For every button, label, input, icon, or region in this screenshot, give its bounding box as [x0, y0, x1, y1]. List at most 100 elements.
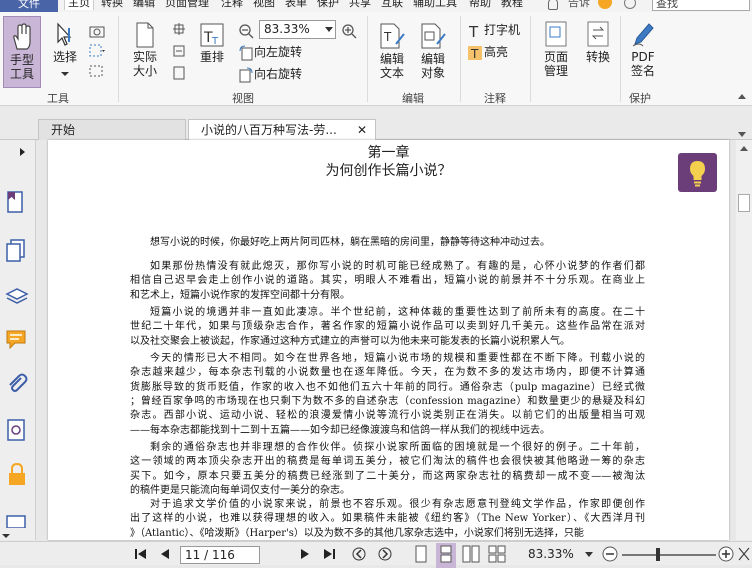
zoom-slider[interactable] — [622, 554, 716, 556]
menu-bar: 文件 主页 转换 编辑 页面管理 注释 视图 表单 保护 共享 互联 辅助工具 … — [0, 0, 752, 12]
fullscreen-icon[interactable] — [738, 547, 750, 564]
zoom-select[interactable]: 83.33% — [259, 20, 336, 39]
facing-view-icon[interactable] — [462, 545, 480, 566]
rotate-right-button[interactable]: 向右旋转 — [238, 66, 302, 83]
search-input[interactable]: 查找 — [652, 0, 750, 11]
file-menu[interactable]: 文件 — [0, 0, 58, 12]
hand-icon — [13, 23, 31, 50]
pdf-sign-button[interactable]: PDF签名 — [626, 20, 660, 78]
forward-view-icon[interactable] — [378, 547, 392, 564]
menu-tab-page-manage[interactable]: 页面管理 — [165, 0, 209, 10]
last-page-button[interactable] — [322, 548, 336, 563]
scroll-up-icon[interactable] — [740, 146, 748, 151]
edit-object-label: 编辑对象 — [420, 52, 445, 80]
actual-size-label: 实际大小 — [132, 50, 157, 78]
highlight-button[interactable]: T 高亮 — [468, 44, 508, 61]
menu-tab-comment[interactable]: 注释 — [221, 0, 243, 10]
menu-tab-accessibility[interactable]: 辅助工具 — [413, 0, 457, 10]
group-label-tools: 工具 — [47, 92, 69, 105]
snapshot-icon[interactable] — [89, 22, 105, 38]
document-page[interactable]: 第一章 为何创作长篇小说？ 想写小说的时候，你最好吃上两片阿司匹林，躺在黑暗的房… — [48, 140, 729, 540]
paragraph-line: ——每本杂志都能找到十二到十五篇——如今却已经像渡渡鸟和信鸽一样从我们的视线中远… — [130, 424, 550, 436]
edit-object-button[interactable]: 编辑对象 — [413, 22, 453, 80]
select-button[interactable]: 选择 — [48, 22, 82, 76]
group-label-protect: 保护 — [629, 92, 651, 105]
status-zoom-in-button[interactable] — [718, 546, 734, 565]
svg-text:T: T — [470, 47, 479, 61]
actual-size-button[interactable]: 实际大小 — [125, 22, 165, 78]
marquee-icon[interactable] — [89, 62, 105, 78]
fit-visible-icon[interactable] — [172, 64, 186, 80]
menu-tab-share[interactable]: 共享 — [349, 0, 371, 10]
back-view-icon[interactable] — [352, 547, 366, 564]
edit-text-icon: T — [380, 23, 405, 49]
highlight-label: 高亮 — [484, 45, 509, 59]
expand-panel-icon[interactable] — [20, 148, 25, 156]
rotate-left-label: 向左旋转 — [254, 45, 303, 59]
tab-start[interactable]: 开始 — [38, 119, 186, 140]
bell-icon[interactable] — [624, 0, 636, 9]
more-panel-icon[interactable] — [5, 514, 29, 531]
fit-width-icon[interactable] — [172, 42, 186, 58]
convert-button[interactable]: 转换 — [580, 20, 616, 64]
signature-panel-icon[interactable] — [5, 418, 29, 445]
menu-tab-tutorial[interactable]: 教程 — [501, 0, 523, 10]
edit-text-button[interactable]: T 编辑文本 — [373, 22, 411, 80]
next-page-button[interactable] — [300, 548, 310, 563]
menu-tab-view[interactable]: 视图 — [253, 0, 275, 10]
menu-tab-convert[interactable]: 转换 — [101, 0, 123, 10]
layers-icon[interactable] — [5, 284, 29, 309]
page-manage-button[interactable]: 页面管理 — [536, 20, 576, 78]
menu-tab-connect[interactable]: 互联 — [381, 0, 403, 10]
lightbulb-icon[interactable] — [548, 0, 558, 10]
comment-icon[interactable] — [5, 328, 29, 353]
paragraph-line: 想写小说的时候，你最好吃上两片阿司匹林，躺在黑暗的房间里，静静等待这种冲动过去。 — [150, 237, 550, 248]
tell-me[interactable]: 告诉 — [568, 0, 590, 10]
continuous-view-icon[interactable] — [436, 543, 456, 568]
menu-tab-edit[interactable]: 编辑 — [133, 0, 155, 10]
paragraph-line: 世纪二十年代，如果与顶级杂志合作，著名作家的短篇小说作品可以卖到好几千美元。这些… — [130, 321, 645, 333]
zoom-out-icon[interactable] — [238, 22, 254, 39]
zoom-status-dropdown-icon[interactable] — [585, 552, 593, 557]
user-icon[interactable] — [598, 0, 612, 9]
rotate-left-button[interactable]: 向左旋转 — [238, 44, 302, 61]
single-page-view-icon[interactable] — [414, 545, 428, 566]
chapter-title: 为何创作长篇小说？ — [325, 163, 452, 179]
paragraph-line: 以及社交聚会上被谈起，作家通过这种方式建立的声誉可以为他未来可能发表的长篇小说积… — [130, 335, 570, 347]
group-label-comment: 注释 — [484, 92, 506, 105]
status-zoom-out-button[interactable] — [602, 546, 618, 565]
tab-scroll-down-icon[interactable] — [738, 132, 746, 137]
area-select-icon[interactable] — [89, 42, 109, 58]
zoom-slider-thumb[interactable] — [656, 548, 660, 561]
tab-document[interactable]: 小说的八百万种写法-劳... ✕ — [188, 119, 376, 140]
bookmark-icon[interactable] — [5, 190, 27, 217]
menu-tab-help[interactable]: 帮助 — [469, 0, 491, 10]
close-icon[interactable]: ✕ — [357, 120, 367, 140]
fit-page-icon[interactable] — [172, 20, 186, 36]
menu-tab-home[interactable]: 主页 — [64, 0, 94, 10]
menu-tab-form[interactable]: 表单 — [285, 0, 307, 10]
continuous-facing-view-icon[interactable] — [488, 545, 506, 566]
zoom-in-icon[interactable] — [341, 22, 357, 39]
first-page-button[interactable] — [134, 548, 148, 563]
group-label-edit: 编辑 — [402, 92, 424, 105]
paragraph-line: 剩余的通俗杂志也并非理想的合作伙伴。侦探小说家所面临的困境就是一个很好的例子。二… — [150, 442, 645, 453]
page-number-input[interactable]: 11 / 116 — [180, 546, 260, 564]
lightbulb-icon — [690, 161, 705, 187]
lock-icon[interactable] — [5, 462, 29, 489]
hand-tool-label: 手型工具 — [10, 53, 35, 81]
hand-tool-button[interactable]: 手型工具 — [3, 16, 41, 88]
scroll-thumb[interactable] — [738, 194, 750, 212]
typewriter-button[interactable]: T 打字机 — [468, 22, 520, 41]
prev-page-button[interactable] — [160, 548, 170, 563]
attachment-icon[interactable] — [5, 372, 29, 399]
vertical-scrollbar[interactable] — [736, 140, 752, 540]
sidebar-scroll-down-icon[interactable] — [2, 534, 10, 538]
pages-icon[interactable] — [5, 238, 27, 265]
collapse-ribbon-icon[interactable] — [738, 94, 746, 99]
reflow-button[interactable]: TT 重排 — [195, 22, 229, 64]
menu-tab-protect[interactable]: 保护 — [317, 0, 339, 10]
page-manage-label: 页面管理 — [543, 50, 568, 78]
paragraph-line: 杂志越来越少，每本杂志刊载的小说数量也在逐年降低。今天，在为数不多的发达市场内，… — [130, 367, 645, 379]
suggestion-bulb-button[interactable] — [678, 153, 717, 192]
